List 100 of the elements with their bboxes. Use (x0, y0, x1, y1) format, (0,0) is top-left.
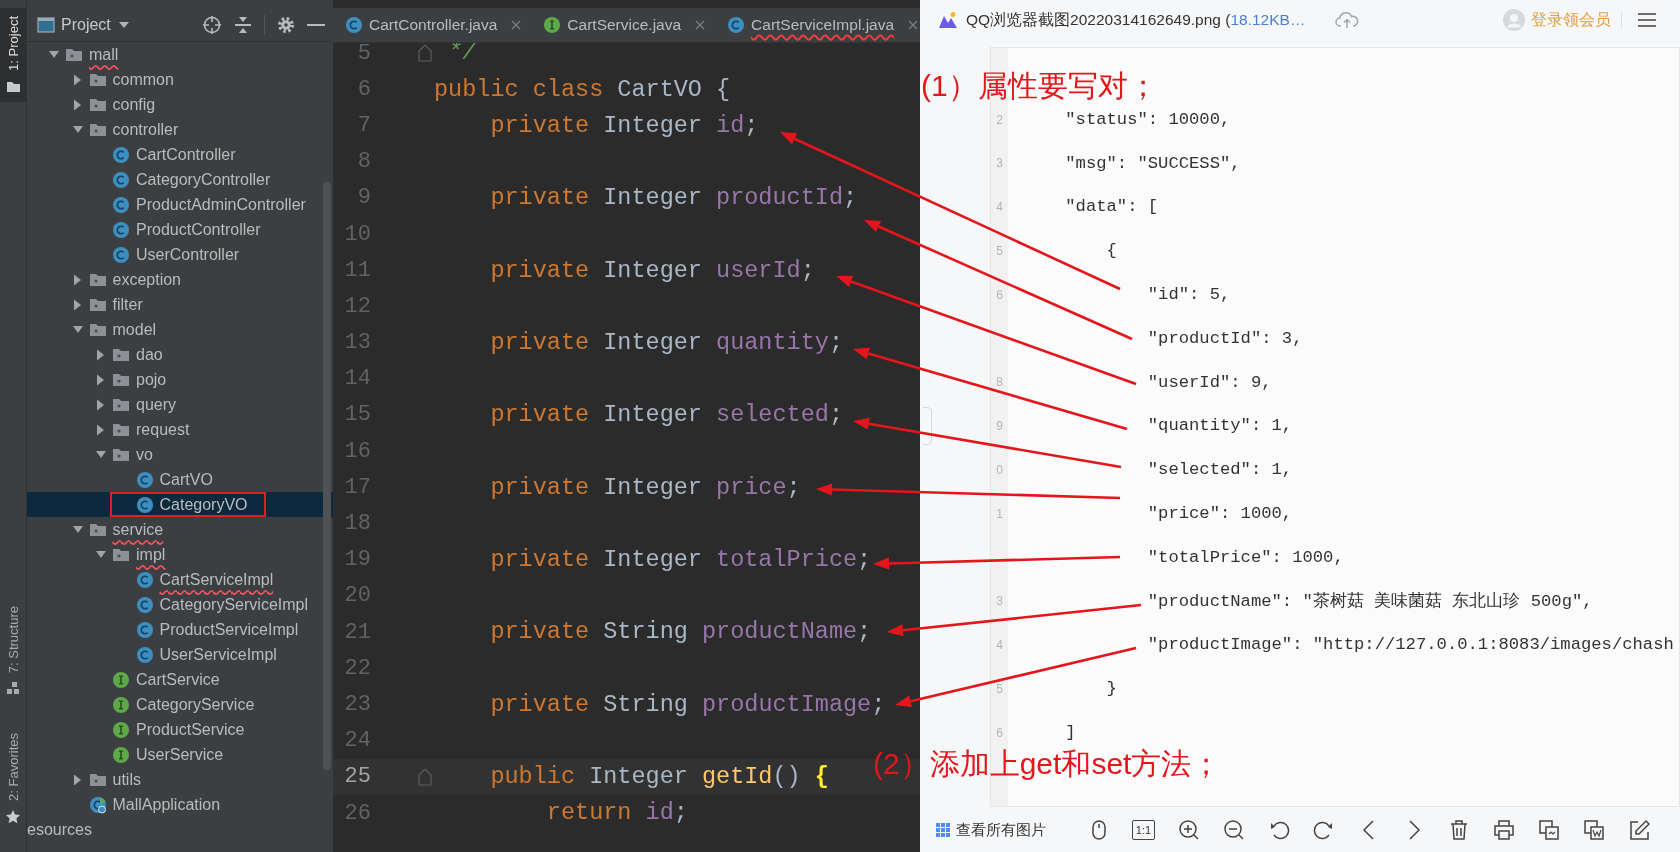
tree-item[interactable]: UserController (27, 242, 333, 267)
tree-item[interactable]: request (27, 417, 333, 442)
tree-item[interactable]: CartServiceImpl (27, 567, 333, 592)
tree-item[interactable]: ProductServiceImpl (27, 617, 333, 642)
project-window-icon (37, 16, 55, 33)
tree-item[interactable]: UserService (27, 742, 333, 767)
line-number: 6 (995, 724, 1004, 742)
pencil-icon[interactable] (1627, 819, 1650, 841)
cloud-upload-icon[interactable] (1335, 10, 1360, 30)
line-number: 3 (995, 155, 1004, 173)
mountain-logo-icon (938, 11, 958, 29)
tree-item[interactable]: dao (27, 342, 333, 367)
close-icon[interactable] (511, 20, 522, 30)
close-icon[interactable] (908, 20, 919, 30)
json-line: "id": 5, (1146, 284, 1231, 306)
line-number: 8 (995, 374, 1004, 392)
all-images-button[interactable]: 查看所有图片 (936, 818, 1046, 842)
tree-item[interactable]: common (27, 67, 333, 92)
tree-item[interactable]: config (27, 92, 333, 117)
scrollbar-thumb[interactable] (323, 182, 331, 770)
code-line: private Integer productId; (489, 183, 858, 214)
tool-window-tab[interactable]: 7: Structure (0, 597, 26, 704)
line-number: 18 (343, 510, 371, 539)
line-number: 5 (995, 243, 1004, 261)
annotation-text: (2）添加上get和set方法； (873, 746, 1222, 782)
line-number: 22 (343, 654, 371, 683)
class-icon (112, 195, 130, 214)
tree-item[interactable]: pojo (27, 367, 333, 392)
zoom-in-icon[interactable] (1177, 819, 1200, 841)
line-number: 11 (343, 256, 371, 285)
tree-item[interactable]: MallApplication (27, 792, 333, 817)
tree-item[interactable]: CartVO (27, 467, 333, 492)
actual-size-button[interactable]: 1:1 (1131, 820, 1156, 840)
line-number: 8 (356, 148, 371, 177)
tree-item[interactable]: vo (27, 442, 333, 467)
line-number: 9 (356, 184, 371, 213)
settings-icon[interactable] (277, 15, 295, 34)
tool-window-tab[interactable]: 2: Favorites (0, 725, 26, 832)
file-size: 18.12KB… (1230, 10, 1306, 31)
locate-icon[interactable] (202, 14, 222, 35)
window-stack-icon[interactable] (1582, 819, 1605, 841)
zoom-out-icon[interactable] (1222, 819, 1245, 841)
tree-item[interactable]: exception (27, 267, 333, 292)
interface-icon (112, 670, 130, 689)
line-number: 17 (343, 473, 371, 502)
tree-item[interactable]: impl (27, 542, 333, 567)
editor-tab[interactable]: CartController.java (333, 8, 532, 42)
caret-icon (118, 21, 129, 28)
line-number: 4 (995, 199, 1004, 217)
json-line: "msg": "SUCCESS", (1064, 152, 1241, 175)
json-line: "status": 10000, (1064, 108, 1231, 131)
overlapping-squares-icon[interactable] (1537, 819, 1560, 841)
tree-item[interactable]: query (27, 392, 333, 417)
tool-window-tab[interactable]: 1: Project (0, 8, 26, 102)
application-icon (88, 795, 107, 814)
rotate-right-icon[interactable] (1312, 819, 1335, 841)
class-icon (112, 220, 130, 239)
printer-icon[interactable] (1492, 819, 1515, 841)
tree-item[interactable]: ProductAdminController (27, 192, 333, 217)
tree-item[interactable]: service (27, 517, 333, 542)
tree-item[interactable]: CartController (27, 142, 333, 167)
project-view-dropdown[interactable]: Project (61, 12, 129, 37)
line-number: 14 (343, 365, 371, 394)
menu-icon[interactable] (1638, 13, 1656, 27)
close-icon[interactable] (695, 20, 706, 30)
class-icon (135, 495, 154, 514)
tree-item[interactable]: ProductService (27, 717, 333, 742)
tree-item[interactable]: mall (27, 42, 333, 67)
line-number: 5 (995, 681, 1004, 699)
json-line: ] (1064, 721, 1076, 744)
line-number: 25 (343, 763, 371, 792)
fold-marker-icon[interactable] (418, 767, 432, 786)
class-icon (135, 645, 154, 664)
collapse-handle[interactable] (923, 407, 932, 445)
tree-item[interactable]: CartService (27, 667, 333, 692)
tree-item[interactable]: ProductController (27, 217, 333, 242)
code-line: private Integer id; (489, 110, 759, 141)
tree-item[interactable]: controller (27, 117, 333, 142)
collapse-all-icon[interactable] (234, 15, 252, 34)
class-icon (112, 170, 130, 189)
tree-item[interactable]: utils (27, 767, 333, 792)
code-line: private String productImage; (489, 689, 886, 720)
fold-marker-icon[interactable] (418, 44, 432, 63)
tree-item[interactable]: CategoryController (27, 167, 333, 192)
tree-item[interactable]: CategoryServiceImpl (27, 592, 333, 617)
line-number: 1 (995, 505, 1004, 523)
json-line: "totalPrice": 1000, (1146, 546, 1344, 569)
interface-icon (112, 745, 130, 764)
tree-item[interactable]: filter (27, 292, 333, 317)
tree-item[interactable]: model (27, 317, 333, 342)
annotation-text: (1）属性要写对； (921, 68, 1158, 104)
tree-item[interactable]: UserServiceImpl (27, 642, 333, 667)
line-number: 2 (995, 111, 1004, 129)
line-number: 6 (356, 75, 371, 104)
class-icon (135, 570, 154, 589)
editor-tab[interactable]: CartService.java (531, 8, 716, 42)
tree-item[interactable]: CategoryService (27, 692, 333, 717)
code-line: private Integer price; (489, 472, 801, 503)
tree-item[interactable]: esources (27, 817, 333, 842)
code-line: private Integer userId; (489, 255, 815, 286)
